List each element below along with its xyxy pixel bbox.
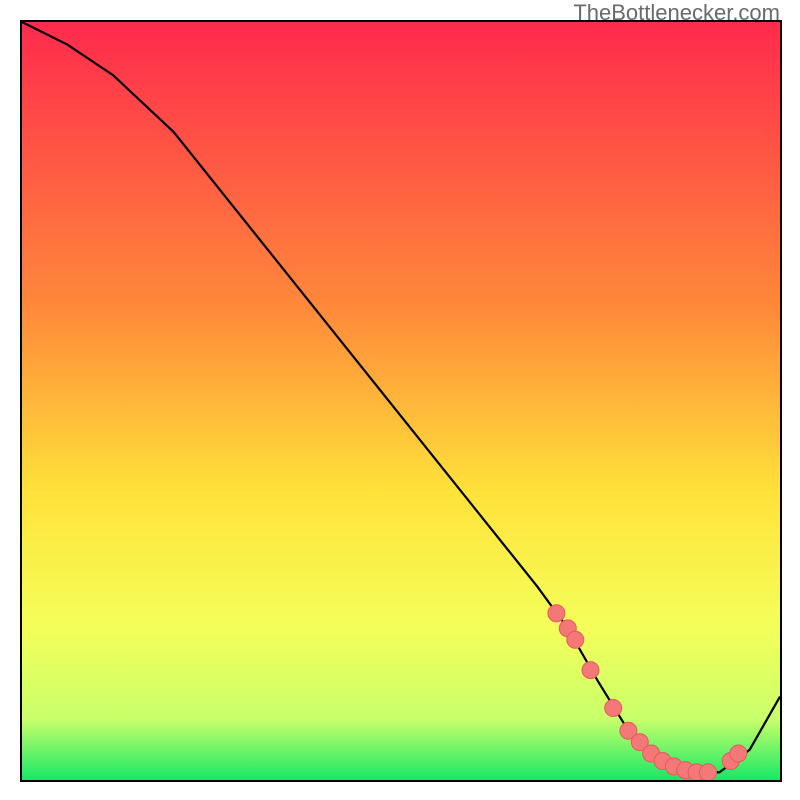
- watermark-text: TheBottlenecker.com: [573, 0, 780, 26]
- marker-dot: [605, 700, 622, 717]
- marker-dot: [582, 662, 599, 679]
- plot-area: [20, 20, 782, 782]
- chart-frame: TheBottlenecker.com: [0, 0, 800, 800]
- marker-dot: [567, 631, 584, 648]
- marker-dot: [730, 745, 747, 762]
- marker-dot: [548, 605, 565, 622]
- gradient-background: [22, 22, 780, 780]
- chart-svg: [22, 22, 780, 780]
- marker-dot: [700, 764, 717, 780]
